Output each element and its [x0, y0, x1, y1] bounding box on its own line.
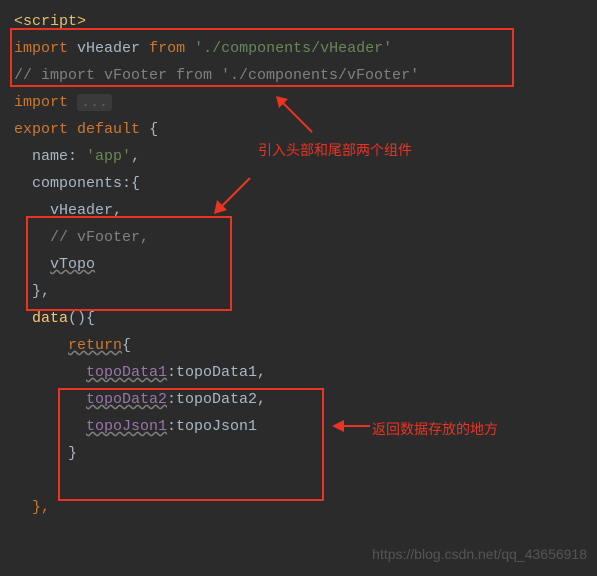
- annotation-label: 返回数据存放的地方: [372, 419, 498, 439]
- code-line: vTopo: [14, 251, 597, 278]
- code-line: topoJson1:topoJson1: [14, 413, 597, 440]
- code-line: import ...: [14, 89, 597, 116]
- annotation-label: 引入头部和尾部两个组件: [258, 140, 412, 160]
- code-line: topoData2:topoData2,: [14, 386, 597, 413]
- watermark: https://blog.csdn.net/qq_43656918: [372, 546, 587, 562]
- code-line: data(){: [14, 305, 597, 332]
- fold-indicator[interactable]: ...: [77, 94, 112, 111]
- code-line: components:{: [14, 170, 597, 197]
- code-line: },: [14, 278, 597, 305]
- code-line: topoData1:topoData1,: [14, 359, 597, 386]
- code-line: }: [14, 440, 597, 467]
- code-line: return{: [14, 332, 597, 359]
- code-line: // vFooter,: [14, 224, 597, 251]
- script-tag: <script>: [14, 13, 86, 30]
- code-line: [14, 467, 597, 494]
- code-line: },: [14, 494, 597, 521]
- code-line: // import vFooter from './components/vFo…: [14, 62, 597, 89]
- code-line: import vHeader from './components/vHeade…: [14, 35, 597, 62]
- code-line: vHeader,: [14, 197, 597, 224]
- code-line: export default {: [14, 116, 597, 143]
- code-editor: <script> import vHeader from './componen…: [0, 0, 597, 529]
- code-line: <script>: [14, 8, 597, 35]
